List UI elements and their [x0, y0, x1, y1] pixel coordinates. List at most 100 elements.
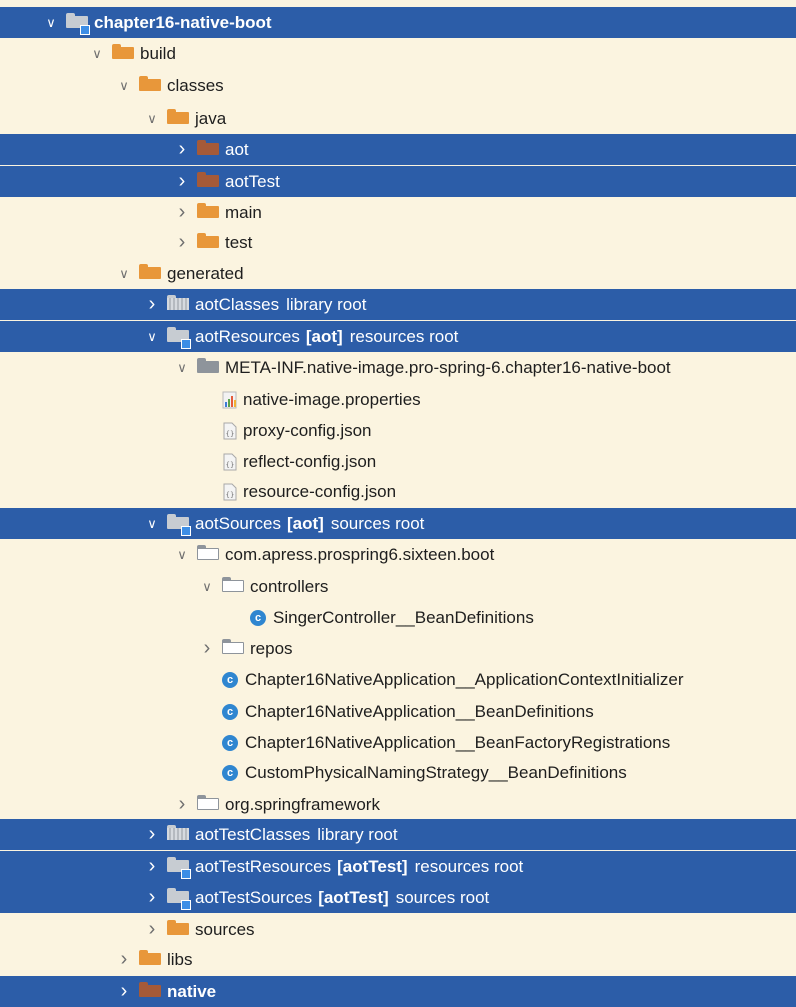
chevron-right-icon[interactable]: ›	[145, 918, 159, 941]
chevron-right-icon[interactable]: ›	[175, 201, 189, 224]
project-tree: ∨ chapter16-native-boot ∨ build ∨ classes ∨ jav…	[0, 0, 796, 1007]
root-mark-icon	[181, 868, 191, 879]
tree-node[interactable]: › test	[0, 227, 796, 258]
tree-node[interactable]: {} proxy-config.json	[0, 415, 796, 446]
chevron-down-icon[interactable]: ∨	[175, 547, 189, 563]
chevron-down-icon[interactable]: ∨	[200, 579, 214, 595]
chevron-right-icon[interactable]: ›	[175, 231, 189, 254]
json-file-icon: {}	[222, 453, 238, 471]
library-folder-icon	[167, 824, 189, 845]
tree-node[interactable]: ∨ META-INF.native-image.pro-spring-6.chap…	[0, 352, 796, 383]
tree-node[interactable]: › sources	[0, 914, 796, 945]
tree-node-label: native-image.properties	[243, 389, 421, 409]
tree-node[interactable]: c Chapter16NativeApplication__BeanDefinit…	[0, 696, 796, 727]
tree-node[interactable]: › libs	[0, 944, 796, 975]
source-set-badge: [aot]	[287, 513, 324, 533]
package-icon	[197, 544, 219, 565]
tree-node-label: Chapter16NativeApplication__BeanFactoryR…	[245, 732, 671, 752]
properties-file-icon	[222, 391, 238, 409]
tree-node[interactable]: native-image.properties	[0, 384, 796, 415]
tree-node[interactable]: ∨ generated	[0, 258, 796, 289]
chevron-right-icon[interactable]: ›	[175, 170, 189, 193]
source-set-badge: [aot]	[305, 326, 343, 346]
tree-node[interactable]: › aotClasses library root	[0, 289, 796, 320]
package-icon	[197, 794, 219, 815]
tree-node[interactable]: c Chapter16NativeApplication__BeanFactory…	[0, 727, 796, 758]
chevron-down-icon[interactable]: ∨	[145, 111, 159, 127]
tree-node-label: test	[225, 232, 253, 252]
svg-text:{}: {}	[226, 491, 235, 499]
tree-node[interactable]: c CustomPhysicalNamingStrategy__BeanDefin…	[0, 757, 796, 788]
tree-node-label: Chapter16NativeApplication__ApplicationC…	[245, 669, 684, 689]
tree-node-label: reflect-config.json	[243, 451, 377, 471]
chevron-right-icon[interactable]: ›	[145, 855, 159, 878]
tree-node-label: aotTestSources	[195, 887, 313, 907]
tree-node[interactable]: ∨ aotSources [aot] sources root	[0, 508, 796, 539]
folder-brown-icon	[139, 981, 161, 1002]
chevron-down-icon[interactable]: ∨	[117, 266, 131, 282]
tree-node[interactable]: › aotTestClasses library root	[0, 819, 796, 850]
library-mark-icon	[167, 297, 189, 310]
root-type-label: sources root	[330, 513, 425, 533]
chevron-right-icon[interactable]: ›	[117, 948, 131, 971]
json-file-icon: {}	[222, 483, 238, 501]
root-mark-icon	[181, 525, 191, 536]
chevron-right-icon[interactable]: ›	[145, 823, 159, 846]
tree-node[interactable]: ∨ java	[0, 103, 796, 134]
chevron-right-icon[interactable]: ›	[117, 980, 131, 1003]
root-type-label: resources root	[414, 856, 524, 876]
tree-node[interactable]: › aotTestSources [aotTest] sources root	[0, 882, 796, 913]
tree-node[interactable]: › repos	[0, 633, 796, 664]
chevron-down-icon[interactable]: ∨	[117, 78, 131, 94]
chevron-right-icon[interactable]: ›	[145, 886, 159, 909]
tree-node[interactable]: ∨ com.apress.prospring6.sixteen.boot	[0, 539, 796, 570]
tree-node-label: META-INF.native-image.pro-spring-6.chapt…	[225, 357, 671, 377]
chevron-down-icon[interactable]: ∨	[175, 360, 189, 376]
chevron-down-icon[interactable]: ∨	[90, 46, 104, 62]
tree-node-label: Chapter16NativeApplication__BeanDefiniti…	[245, 701, 594, 721]
tree-node-label: aotClasses	[195, 294, 280, 314]
tree-node-label: build	[140, 43, 176, 63]
tree-node-label: resource-config.json	[243, 481, 397, 501]
tree-node[interactable]: › main	[0, 197, 796, 228]
chevron-down-icon[interactable]: ∨	[145, 329, 159, 345]
tree-node[interactable]: c SingerController__BeanDefinitions	[0, 602, 796, 633]
folder-orange-icon	[167, 108, 189, 129]
root-type-label: sources root	[395, 887, 490, 907]
chevron-down-icon[interactable]: ∨	[44, 15, 58, 31]
tree-node[interactable]: ∨ build	[0, 38, 796, 69]
sources-root-icon	[167, 887, 191, 910]
tree-node[interactable]: {} reflect-config.json	[0, 446, 796, 477]
chevron-right-icon[interactable]: ›	[175, 793, 189, 816]
folder-orange-icon	[112, 43, 134, 64]
tree-node[interactable]: ∨ chapter16-native-boot	[0, 7, 796, 38]
tree-node[interactable]: ∨ aotResources [aot] resources root	[0, 321, 796, 352]
tree-node-label: classes	[167, 75, 224, 95]
tree-node-label: controllers	[250, 576, 329, 596]
tree-node-label: SingerController__BeanDefinitions	[273, 607, 534, 627]
tree-node[interactable]: ∨ controllers	[0, 571, 796, 602]
folder-orange-icon	[139, 949, 161, 970]
folder-orange-icon	[139, 263, 161, 284]
tree-node[interactable]: › aot	[0, 134, 796, 165]
class-icon: c	[250, 609, 266, 626]
chevron-down-icon[interactable]: ∨	[145, 516, 159, 532]
library-mark-icon	[167, 827, 189, 840]
root-type-label: resources root	[349, 326, 459, 346]
tree-node[interactable]: c Chapter16NativeApplication__Application…	[0, 664, 796, 695]
tree-node[interactable]: › org.springframework	[0, 789, 796, 820]
tree-node-label: libs	[167, 949, 193, 969]
tree-node-label: proxy-config.json	[243, 420, 372, 440]
tree-node[interactable]: {} resource-config.json	[0, 476, 796, 507]
tree-node[interactable]: › native	[0, 976, 796, 1007]
tree-node-label: aotTestResources	[195, 856, 332, 876]
chevron-right-icon[interactable]: ›	[175, 138, 189, 161]
folder-orange-icon	[197, 232, 219, 253]
tree-node[interactable]: › aotTestResources [aotTest] resources root	[0, 851, 796, 882]
tree-node-label: aotTest	[225, 171, 280, 191]
source-set-badge: [aotTest]	[337, 856, 408, 876]
chevron-right-icon[interactable]: ›	[200, 637, 214, 660]
chevron-right-icon[interactable]: ›	[145, 293, 159, 316]
tree-node[interactable]: › aotTest	[0, 166, 796, 197]
tree-node[interactable]: ∨ classes	[0, 70, 796, 101]
